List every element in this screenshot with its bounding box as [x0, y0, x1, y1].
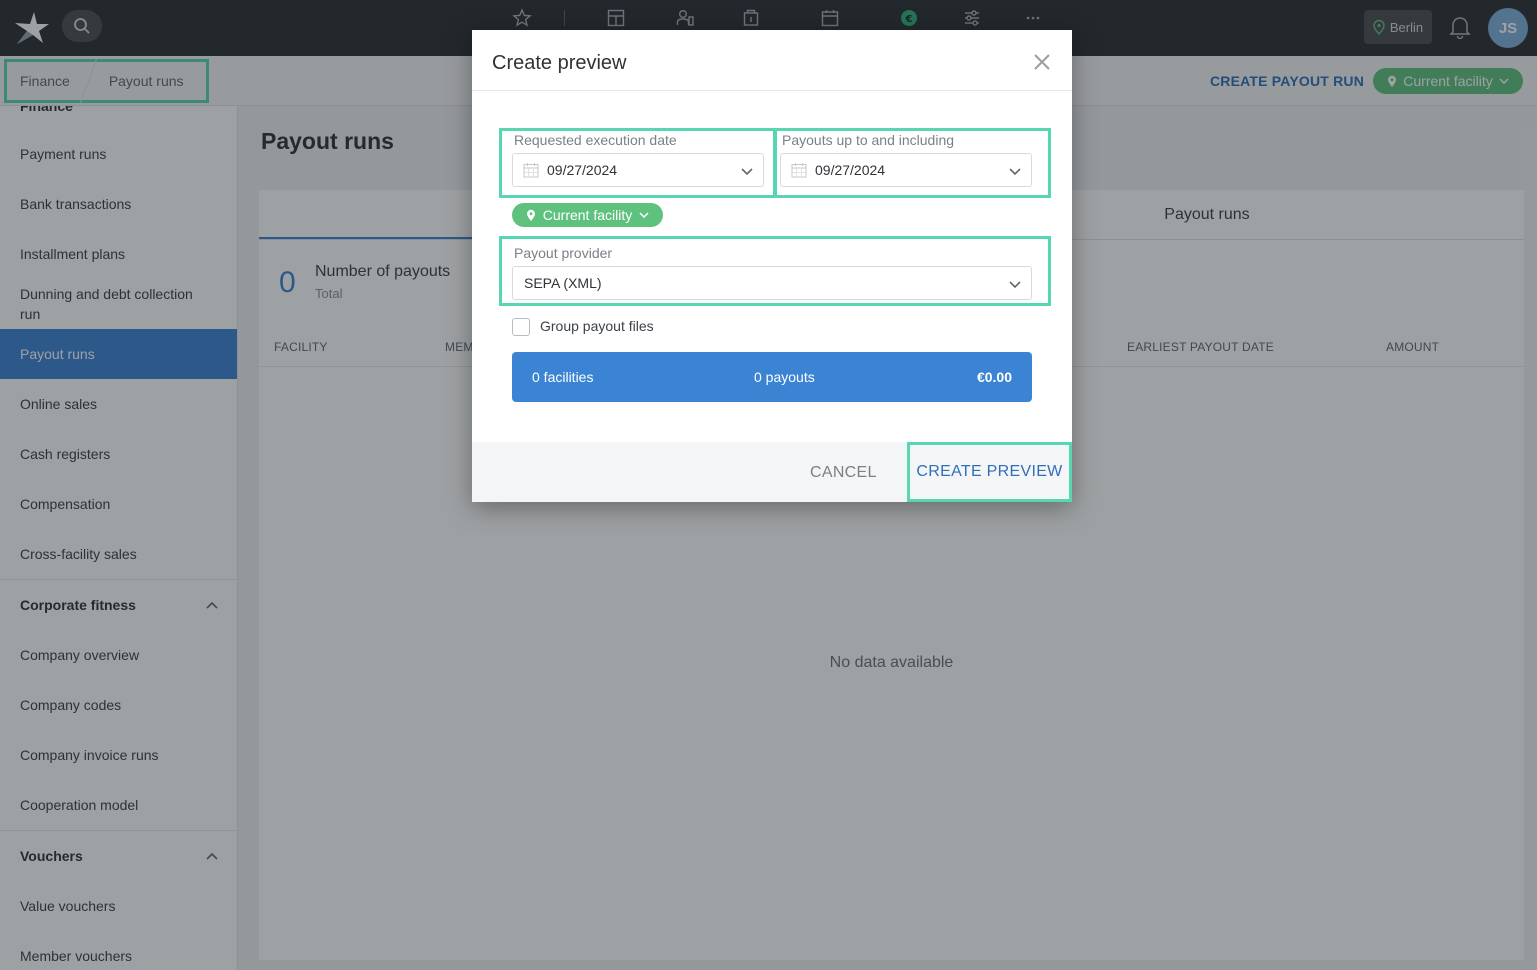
create-preview-label: CREATE PREVIEW — [916, 463, 1063, 480]
location-pin-icon — [526, 209, 536, 222]
dialog-facility-label: Current facility — [542, 207, 633, 223]
create-preview-button[interactable]: CREATE PREVIEW — [907, 442, 1072, 502]
payout-provider-label: Payout provider — [514, 245, 613, 261]
cancel-button[interactable]: CANCEL — [810, 464, 877, 482]
summary-payouts: 0 payouts — [754, 369, 815, 385]
close-icon[interactable] — [1030, 50, 1054, 74]
dialog-facility-filter[interactable]: Current facility — [512, 203, 663, 227]
dialog-footer: CANCEL CREATE PREVIEW — [472, 442, 1072, 502]
dialog-title: Create preview — [492, 52, 627, 74]
payout-provider-value: SEPA (XML) — [524, 275, 602, 291]
calendar-icon — [791, 162, 807, 178]
create-preview-dialog: Create preview Requested execution date … — [472, 30, 1072, 502]
preview-summary-bar: 0 facilities 0 payouts €0.00 — [512, 352, 1032, 402]
calendar-icon — [523, 162, 539, 178]
group-payout-files-checkbox[interactable] — [512, 318, 530, 336]
chevron-down-icon — [1009, 163, 1021, 179]
payouts-until-picker[interactable]: 09/27/2024 — [780, 153, 1032, 187]
chevron-down-icon — [741, 163, 753, 179]
payouts-until-label: Payouts up to and including — [782, 132, 955, 148]
group-payout-files-label[interactable]: Group payout files — [540, 318, 654, 334]
chevron-down-icon — [639, 212, 649, 218]
requested-date-label: Requested execution date — [514, 132, 677, 148]
chevron-down-icon — [1009, 276, 1021, 292]
requested-date-value: 09/27/2024 — [547, 162, 618, 178]
summary-amount: €0.00 — [976, 369, 1012, 385]
summary-facilities: 0 facilities — [532, 369, 594, 385]
payout-provider-select[interactable]: SEPA (XML) — [512, 266, 1032, 300]
payouts-until-value: 09/27/2024 — [815, 162, 886, 178]
requested-date-picker[interactable]: 09/27/2024 — [512, 153, 764, 187]
dialog-divider — [472, 90, 1072, 91]
